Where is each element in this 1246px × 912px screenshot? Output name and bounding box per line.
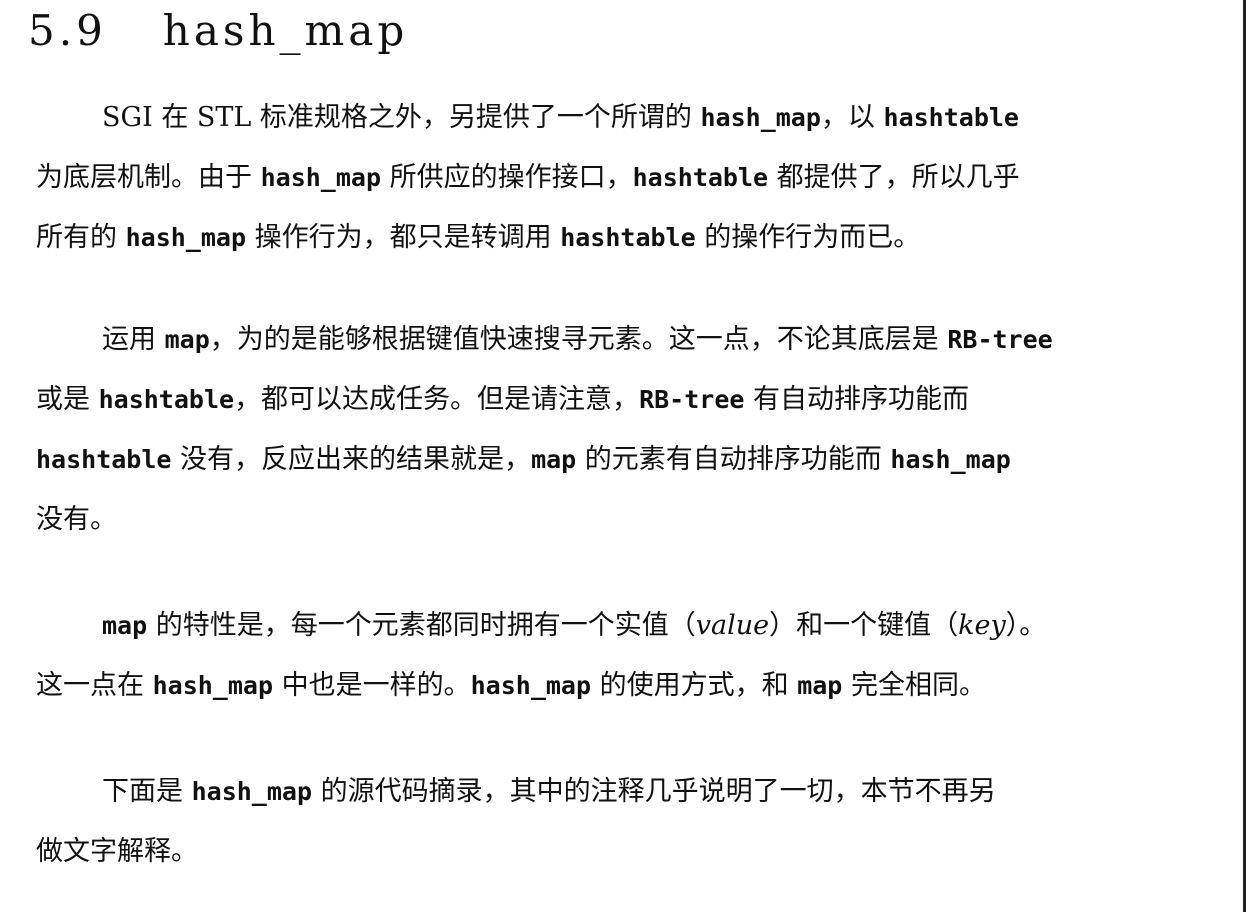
- text-segment: 做文字解释。: [36, 836, 198, 867]
- text-segment: 完全相同。: [842, 670, 986, 701]
- text-segment: 或是: [36, 384, 99, 415]
- text-line: 或是 hashtable，都可以达成任务。但是请注意，RB-tree 有自动排序…: [36, 370, 1194, 430]
- text-segment: ，都可以达成任务。但是请注意，: [234, 384, 640, 415]
- code-term: hash_map: [260, 163, 382, 192]
- text-segment: 都提供了，所以几乎: [768, 162, 1020, 193]
- text-line: 没有。: [36, 490, 1194, 550]
- code-term: RB-tree: [947, 325, 1053, 354]
- paragraph: 下面是 hash_map 的源代码摘录，其中的注释几乎说明了一切，本节不再另做文…: [36, 762, 1194, 882]
- text-segment: 为底层机制。由于: [36, 162, 261, 193]
- text-segment: ，以: [820, 102, 884, 133]
- document-page: 5.9 hash_map SGI 在 STL 标准规格之外，另提供了一个所谓的 h…: [0, 0, 1246, 912]
- code-term: hashtable: [560, 223, 696, 252]
- code-term: hashtable: [36, 445, 172, 474]
- italic-term: value: [695, 610, 770, 641]
- text-segment: 所供应的操作接口，: [381, 162, 633, 193]
- text-segment: 这一点在: [36, 670, 153, 701]
- text-segment: 的使用方式，和: [591, 670, 798, 701]
- text-segment: 操作行为，都只是转调用: [246, 222, 561, 253]
- code-term: hash_map: [470, 671, 592, 700]
- code-term: hash_map: [890, 445, 1011, 474]
- code-term: hash_map: [700, 103, 821, 132]
- code-term: map: [797, 671, 843, 700]
- code-term: map: [102, 611, 148, 640]
- text-line: hashtable 没有，反应出来的结果就是，map 的元素有自动排序功能而 h…: [36, 430, 1194, 490]
- text-segment: SGI 在 STL 标准规格之外，另提供了一个所谓的: [102, 102, 701, 133]
- text-line: 所有的 hash_map 操作行为，都只是转调用 hashtable 的操作行为…: [36, 208, 1194, 268]
- paragraph: map 的特性是，每一个元素都同时拥有一个实值（value）和一个键值（key）…: [36, 596, 1194, 716]
- text-line: 做文字解释。: [36, 822, 1194, 882]
- code-term: hash_map: [152, 671, 274, 700]
- code-term: hashtable: [98, 385, 235, 414]
- text-line: 运用 map，为的是能够根据键值快速搜寻元素。这一点，不论其底层是 RB-tre…: [36, 310, 1194, 370]
- text-line: 这一点在 hash_map 中也是一样的。hash_map 的使用方式，和 ma…: [36, 656, 1194, 716]
- code-term: hashtable: [632, 163, 769, 192]
- text-segment: 有自动排序功能而: [744, 384, 970, 415]
- text-segment: 所有的: [36, 222, 126, 253]
- code-term: hash_map: [125, 223, 247, 252]
- text-segment: 中也是一样的。: [273, 670, 471, 701]
- text-segment: 的元素有自动排序功能而: [576, 444, 891, 475]
- text-segment: ，为的是能够根据键值快速搜寻元素。这一点，不论其底层是: [209, 324, 948, 355]
- text-segment: 运用: [102, 324, 165, 355]
- text-segment: 的特性是，每一个元素都同时拥有一个实值（: [147, 610, 696, 641]
- text-line: 下面是 hash_map 的源代码摘录，其中的注释几乎说明了一切，本节不再另: [36, 762, 1194, 822]
- text-segment: 的操作行为而已。: [695, 222, 921, 253]
- code-term: map: [531, 445, 577, 474]
- section-title: hash_map: [162, 6, 409, 55]
- code-term: hashtable: [883, 103, 1019, 132]
- italic-term: key: [958, 610, 1006, 641]
- text-segment: ）和一个键值（: [769, 610, 959, 641]
- text-segment: 下面是: [102, 776, 192, 807]
- code-term: map: [164, 325, 210, 354]
- section-number: 5.9: [28, 6, 107, 55]
- text-line: 为底层机制。由于 hash_map 所供应的操作接口，hashtable 都提供…: [36, 148, 1194, 208]
- paragraph: SGI 在 STL 标准规格之外，另提供了一个所谓的 hash_map，以 ha…: [36, 88, 1194, 268]
- text-line: SGI 在 STL 标准规格之外，另提供了一个所谓的 hash_map，以 ha…: [36, 88, 1194, 148]
- code-term: RB-tree: [639, 385, 745, 414]
- section-heading: 5.9 hash_map: [28, 6, 408, 55]
- text-line: map 的特性是，每一个元素都同时拥有一个实值（value）和一个键值（key）…: [36, 596, 1194, 656]
- paragraph: 运用 map，为的是能够根据键值快速搜寻元素。这一点，不论其底层是 RB-tre…: [36, 310, 1194, 550]
- text-segment: ）。: [1005, 610, 1047, 641]
- text-segment: 没有，反应出来的结果就是，: [171, 444, 532, 475]
- text-segment: 的源代码摘录，其中的注释几乎说明了一切，本节不再另: [312, 776, 996, 807]
- text-segment: 没有。: [36, 504, 117, 535]
- code-term: hash_map: [191, 777, 313, 806]
